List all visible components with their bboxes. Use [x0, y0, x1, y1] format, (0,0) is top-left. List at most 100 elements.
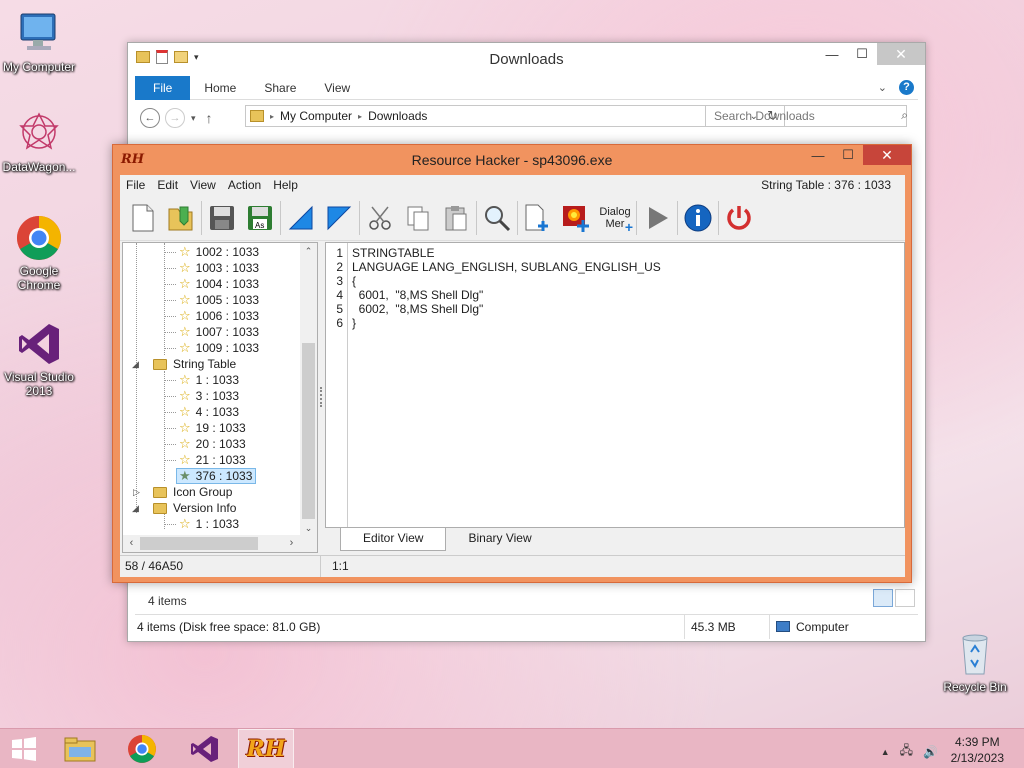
copy-button[interactable]: [399, 199, 437, 237]
tree-node[interactable]: ☆ 21 : 1033: [164, 452, 246, 468]
address-bar[interactable]: ▸ My Computer ▸ Downloads ⌄ ↻: [245, 105, 785, 127]
desktop-icon-my-computer[interactable]: My Computer: [0, 10, 78, 74]
tree-node[interactable]: ☆ 1007 : 1033: [164, 324, 259, 340]
search-icon[interactable]: ⌕: [901, 108, 908, 123]
breadcrumb-downloads[interactable]: Downloads: [368, 109, 427, 123]
star-icon: ★: [179, 468, 191, 483]
tree-horizontal-scrollbar[interactable]: ‹ ›: [123, 535, 317, 552]
tab-view[interactable]: View: [310, 76, 364, 100]
tree-node[interactable]: ☆ 19 : 1033: [164, 420, 246, 436]
expand-icon[interactable]: ▷: [133, 487, 140, 498]
show-hidden-icons-icon[interactable]: ▲: [881, 747, 890, 757]
tree-node[interactable]: ☆ 1003 : 1033: [164, 260, 259, 276]
close-button[interactable]: ✕: [863, 145, 911, 165]
tab-file[interactable]: File: [135, 75, 191, 100]
help-icon[interactable]: ?: [899, 80, 914, 95]
recent-locations-icon[interactable]: ▾: [191, 113, 196, 124]
tree-node[interactable]: ☆ 1 : 1033: [164, 372, 239, 388]
exit-button[interactable]: [720, 199, 758, 237]
save-as-button[interactable]: As: [241, 199, 279, 237]
code-area[interactable]: STRINGTABLE LANGUAGE LANG_ENGLISH, SUBLA…: [352, 246, 661, 330]
taskbar-resource-hacker[interactable]: RH: [238, 729, 294, 768]
network-icon[interactable]: 🖧: [900, 741, 913, 762]
chevron-down-icon[interactable]: ⌄: [878, 81, 887, 94]
search-input[interactable]: Search Downloads: [705, 105, 907, 127]
scroll-right-icon[interactable]: ›: [283, 535, 300, 552]
info-button[interactable]: [679, 199, 717, 237]
tree-node[interactable]: ☆ 1006 : 1033: [164, 308, 259, 324]
tree-node-icon-group[interactable]: Icon Group: [153, 484, 232, 500]
menu-action[interactable]: Action: [222, 178, 267, 192]
info-icon: [684, 204, 712, 231]
taskbar-visual-studio[interactable]: [176, 729, 232, 768]
dialog-merge-button[interactable]: Dialog Mer +: [595, 199, 635, 237]
explorer-titlebar[interactable]: ▾ Downloads — ☐ ✕: [128, 43, 925, 75]
tab-editor-view[interactable]: Editor View: [340, 528, 447, 551]
compile-back-button[interactable]: [282, 199, 320, 237]
back-button[interactable]: ←: [140, 108, 160, 128]
save-button[interactable]: [203, 199, 241, 237]
find-button[interactable]: [478, 199, 516, 237]
scroll-left-icon[interactable]: ‹: [123, 535, 140, 552]
breadcrumb-my-computer[interactable]: My Computer: [280, 109, 352, 123]
tree-node[interactable]: ☆ 4 : 1033: [164, 404, 239, 420]
star-icon: ☆: [179, 340, 191, 355]
rh-titlebar[interactable]: RH Resource Hacker - sp43096.exe — ☐ ✕: [113, 145, 911, 175]
scroll-thumb[interactable]: [140, 537, 258, 550]
rh-body: File Edit View Action Help String Table …: [120, 175, 905, 577]
tree-node[interactable]: ☆ 1009 : 1033: [164, 340, 259, 356]
clock[interactable]: 4:39 PM 2/13/2023: [951, 734, 1004, 766]
tree-node[interactable]: ☆ 1005 : 1033: [164, 292, 259, 308]
tab-home[interactable]: Home: [190, 76, 250, 100]
tree-node-string-table[interactable]: String Table: [153, 356, 236, 372]
large-icons-view-icon[interactable]: [895, 589, 915, 607]
code-line: 6001, "8,MS Shell Dlg": [352, 288, 484, 302]
taskbar-chrome[interactable]: [114, 729, 170, 768]
tree-node[interactable]: ☆ 1004 : 1033: [164, 276, 259, 292]
desktop-icon-chrome[interactable]: Google Chrome: [0, 214, 78, 292]
run-script-button[interactable]: [638, 199, 676, 237]
paste-button[interactable]: [437, 199, 475, 237]
desktop-icon-recycle-bin[interactable]: Recycle Bin: [936, 630, 1014, 694]
menu-view[interactable]: View: [184, 178, 222, 192]
volume-icon[interactable]: 🔊: [923, 745, 938, 759]
close-button[interactable]: ✕: [877, 43, 925, 65]
desktop-icon-datawagon[interactable]: DataWagon...: [0, 110, 78, 174]
compile-forward-button[interactable]: [320, 199, 358, 237]
maximize-button[interactable]: ☐: [833, 145, 863, 165]
tab-binary-view[interactable]: Binary View: [446, 528, 553, 551]
minimize-button[interactable]: —: [803, 145, 833, 165]
up-button[interactable]: ↑: [206, 110, 213, 126]
tree-node-selected[interactable]: ★ 376 : 1033: [176, 468, 257, 484]
resource-hacker-window[interactable]: RH Resource Hacker - sp43096.exe — ☐ ✕ F…: [112, 144, 912, 583]
desktop-icon-visual-studio[interactable]: Visual Studio 2013: [0, 320, 78, 398]
maximize-button[interactable]: ☐: [847, 43, 877, 65]
scroll-up-icon[interactable]: ⌃: [300, 243, 317, 260]
add-image-button[interactable]: [557, 199, 595, 237]
collapse-icon[interactable]: ◢: [132, 503, 139, 514]
add-resource-button[interactable]: [519, 199, 557, 237]
collapse-icon[interactable]: ◢: [132, 359, 139, 370]
new-file-button[interactable]: [124, 199, 162, 237]
tree-node[interactable]: ☆ 1002 : 1033: [164, 244, 259, 260]
tree-vertical-scrollbar[interactable]: ⌃ ⌄: [300, 243, 317, 537]
start-button[interactable]: [0, 729, 48, 768]
menu-help[interactable]: Help: [267, 178, 304, 192]
menu-file[interactable]: File: [120, 178, 151, 192]
forward-button[interactable]: →: [165, 108, 185, 128]
cut-button[interactable]: [361, 199, 399, 237]
details-view-icon[interactable]: [873, 589, 893, 607]
minimize-button[interactable]: —: [817, 43, 847, 65]
splitter-handle[interactable]: [319, 242, 324, 553]
tree-node[interactable]: ☆ 20 : 1033: [164, 436, 246, 452]
tree-node[interactable]: ☆ 1 : 1033: [164, 516, 239, 532]
tree-node-version-info[interactable]: Version Info: [153, 500, 236, 516]
tab-share[interactable]: Share: [250, 76, 310, 100]
taskbar-explorer[interactable]: [52, 729, 108, 768]
scroll-thumb[interactable]: [302, 343, 315, 519]
open-file-button[interactable]: [162, 199, 200, 237]
resource-tree[interactable]: ☆ 1002 : 1033 ☆ 1003 : 1033 ☆ 1004 : 1033 ☆…: [122, 242, 318, 553]
script-editor[interactable]: 1 2 3 4 5 6 STRINGTABLE LANGUAGE LANG_EN…: [325, 242, 905, 528]
menu-edit[interactable]: Edit: [151, 178, 184, 192]
tree-node[interactable]: ☆ 3 : 1033: [164, 388, 239, 404]
